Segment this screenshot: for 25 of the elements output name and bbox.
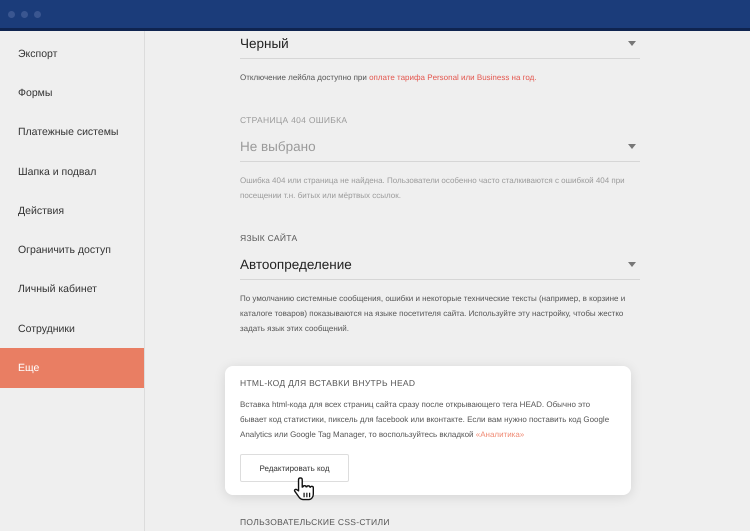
sidebar-item[interactable]: Ограничить доступ [0, 230, 144, 270]
window-dot-icon[interactable] [8, 10, 15, 18]
help-text: Отключение лейбла доступно при оплате тарифа Personal или Business на год. [240, 72, 538, 84]
sidebar-item[interactable]: Формы [0, 73, 144, 113]
sidebar-item[interactable]: Личный кабинет [0, 270, 144, 310]
help-text: По умолчанию системные сообщения, ошибки и некоторые технические тексты (например, в корзине и каталоге товаров) показываются на языке посетителя сайта. Используйте эту настройку, чтобы жестко задать язык этих сообщений. [240, 293, 626, 335]
caret-icon [628, 41, 636, 46]
section-label: ПОЛЬЗОВАТЕЛЬСКИЕ CSS-СТИЛИ [240, 517, 391, 527]
edit-code-button[interactable]: Редактировать код [240, 454, 349, 482]
select-field[interactable]: Черный [240, 31, 640, 59]
window-dot-icon[interactable] [21, 10, 28, 18]
sidebar-item[interactable]: Действия [0, 191, 144, 230]
select-field[interactable]: Автоопределение [240, 252, 640, 280]
help-text: Вставка html-кода для всех страниц сайта сразу после открывающего тега HEAD. Обычно это бывает код статистики, пиксель для facebook или вконтакте. Если вам нужно поставить код Google Analytics или Google Tag Manager, то воспользуйтесь вкладкой «Аналитика» [240, 399, 610, 441]
window-dot-icon[interactable] [34, 10, 41, 18]
caret-icon [628, 262, 636, 267]
caret-icon [628, 144, 636, 149]
sidebar-item[interactable]: Шапка и подвал [0, 152, 144, 192]
help-text: Ошибка 404 или страница не найдена. Пользователи особенно часто сталкиваются с ошибкой 404 при посещении т.н. битых или мёртвых ссылок. [240, 175, 626, 202]
section-label: HTML-КОД ДЛЯ ВСТАВКИ ВНУТРЬ HEAD [240, 378, 416, 388]
sidebar-item[interactable]: Экспорт [0, 34, 144, 74]
sidebar-item[interactable]: Сотрудники [0, 309, 144, 348]
section-label: ЯЗЫК САЙТА [240, 233, 298, 243]
section-label: СТРАНИЦА 404 ОШИБКА [240, 115, 348, 125]
sidebar-item[interactable]: Платежные системы [0, 112, 144, 152]
